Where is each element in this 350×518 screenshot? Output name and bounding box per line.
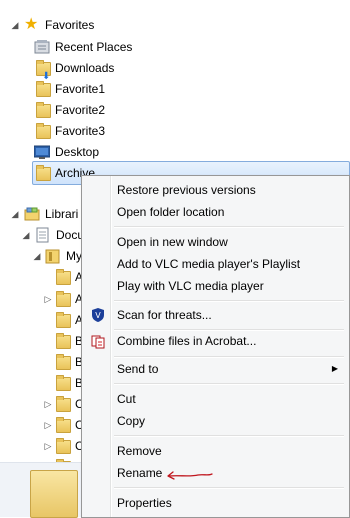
expand-arrow-icon[interactable]: ▷ [43, 288, 53, 310]
menu-item-label: Copy [117, 414, 146, 428]
shield-icon: V [90, 307, 106, 323]
folder-icon [56, 354, 71, 370]
menu-item-label: Combine files in Acrobat... [117, 334, 257, 348]
nav-item-label: My [66, 249, 82, 263]
menu-item-play-with-vlc[interactable]: Play with VLC media player [84, 275, 346, 297]
expand-arrow-icon[interactable]: ▷ [43, 414, 53, 436]
nav-item-subfolder[interactable]: ▷ A [0, 288, 83, 310]
nav-item-label: Favorite1 [55, 82, 106, 96]
menu-item-copy[interactable]: Copy [84, 410, 346, 432]
libraries-header: Librari [45, 207, 79, 221]
library-folder-icon [45, 248, 61, 264]
nav-item-label: Downloads [55, 61, 115, 75]
desktop-icon [33, 144, 51, 160]
folder-icon [56, 438, 71, 454]
folder-icon [56, 417, 71, 433]
nav-item-favorite3[interactable]: Favorite3 [0, 120, 350, 142]
menu-separator [114, 226, 344, 228]
menu-separator [114, 435, 344, 437]
acrobat-icon [90, 333, 106, 349]
nav-item-subfolder[interactable]: ▷ C [0, 414, 84, 436]
menu-item-cut[interactable]: Cut [84, 388, 346, 410]
menu-item-label: Send to [117, 362, 159, 376]
folder-icon [56, 375, 71, 391]
menu-item-remove[interactable]: Remove [84, 440, 346, 462]
menu-separator [114, 383, 344, 385]
nav-item-label: Desktop [55, 145, 100, 159]
menu-item-label: Remove [117, 444, 162, 458]
nav-item-subfolder[interactable]: B [0, 330, 83, 352]
menu-item-open-folder-location[interactable]: Open folder location [84, 201, 346, 223]
menu-item-send-to[interactable]: Send to ▶ [84, 358, 346, 380]
menu-item-open-in-new-window[interactable]: Open in new window [84, 231, 346, 253]
collapse-arrow-icon[interactable]: ◢ [21, 224, 31, 246]
context-menu: Restore previous versions Open folder lo… [81, 175, 350, 518]
libraries-icon [24, 206, 40, 222]
folder-icon [36, 165, 51, 181]
nav-item-label: Recent Places [55, 40, 133, 54]
expand-arrow-icon[interactable]: ▷ [43, 393, 53, 415]
collapse-arrow-icon[interactable]: ◢ [10, 14, 20, 36]
menu-separator [114, 487, 344, 489]
menu-item-label: Cut [117, 392, 136, 406]
menu-item-restore-previous-versions[interactable]: Restore previous versions [84, 179, 346, 201]
menu-item-rename[interactable]: Rename [84, 462, 346, 484]
nav-item-my-documents[interactable]: ◢ My [0, 245, 82, 267]
menu-separator [114, 300, 344, 302]
collapse-arrow-icon[interactable]: ◢ [10, 203, 20, 225]
folder-icon [36, 123, 51, 139]
nav-item-label: Favorite2 [55, 103, 106, 117]
folder-icon [56, 396, 71, 412]
menu-item-combine-in-acrobat[interactable]: Combine files in Acrobat... [84, 330, 346, 352]
menu-item-scan-for-threats[interactable]: V Scan for threats... [84, 304, 346, 326]
nav-item-favorite1[interactable]: Favorite1 [0, 78, 350, 100]
favorites-header: Favorites [45, 18, 95, 32]
favorites-group[interactable]: ◢ ★ Favorites [0, 14, 350, 36]
folder-icon [56, 312, 71, 328]
menu-item-label: Restore previous versions [117, 183, 256, 197]
folder-icon [56, 291, 71, 307]
nav-item-documents[interactable]: ◢ Docu [0, 224, 85, 246]
menu-item-label: Open folder location [117, 205, 225, 219]
annotation-arrow-icon [167, 471, 213, 480]
nav-item-subfolder[interactable]: A [0, 266, 83, 288]
nav-item-downloads[interactable]: ⬇ Downloads [0, 57, 350, 82]
nav-item-label: Favorite3 [55, 124, 106, 138]
menu-item-label: Rename [117, 466, 163, 480]
menu-item-add-to-vlc-playlist[interactable]: Add to VLC media player's Playlist [84, 253, 346, 275]
nav-item-label: Docu [56, 228, 85, 242]
collapse-arrow-icon[interactable]: ◢ [32, 245, 42, 267]
recent-places-icon [34, 39, 50, 55]
menu-item-label: Play with VLC media player [117, 279, 264, 293]
nav-item-recent-places[interactable]: Recent Places [0, 36, 350, 58]
folder-icon [36, 102, 51, 118]
nav-item-subfolder[interactable]: B [0, 351, 83, 373]
folder-icon [56, 333, 71, 349]
expand-arrow-icon[interactable]: ▷ [43, 435, 53, 457]
documents-icon [35, 227, 51, 243]
menu-item-label: Open in new window [117, 235, 228, 249]
folder-icon [56, 269, 71, 285]
nav-item-subfolder[interactable]: A [0, 309, 83, 331]
nav-item-subfolder[interactable]: B [0, 372, 83, 394]
folder-icon [36, 81, 51, 97]
nav-item-desktop[interactable]: Desktop [0, 141, 350, 163]
menu-item-label: Add to VLC media player's Playlist [117, 257, 301, 271]
nav-item-favorite2[interactable]: Favorite2 [0, 99, 350, 121]
svg-text:V: V [95, 311, 101, 320]
menu-item-label: Properties [117, 496, 172, 510]
libraries-group[interactable]: ◢ Librari [0, 203, 82, 225]
menu-item-properties[interactable]: Properties [84, 492, 346, 514]
nav-item-subfolder[interactable]: ▷ C [0, 435, 84, 457]
submenu-arrow-icon: ▶ [331, 364, 338, 373]
menu-item-label: Scan for threats... [117, 308, 212, 322]
nav-item-subfolder[interactable]: ▷ C [0, 393, 84, 415]
large-folder-icon [30, 470, 78, 518]
star-icon: ★ [24, 16, 39, 33]
